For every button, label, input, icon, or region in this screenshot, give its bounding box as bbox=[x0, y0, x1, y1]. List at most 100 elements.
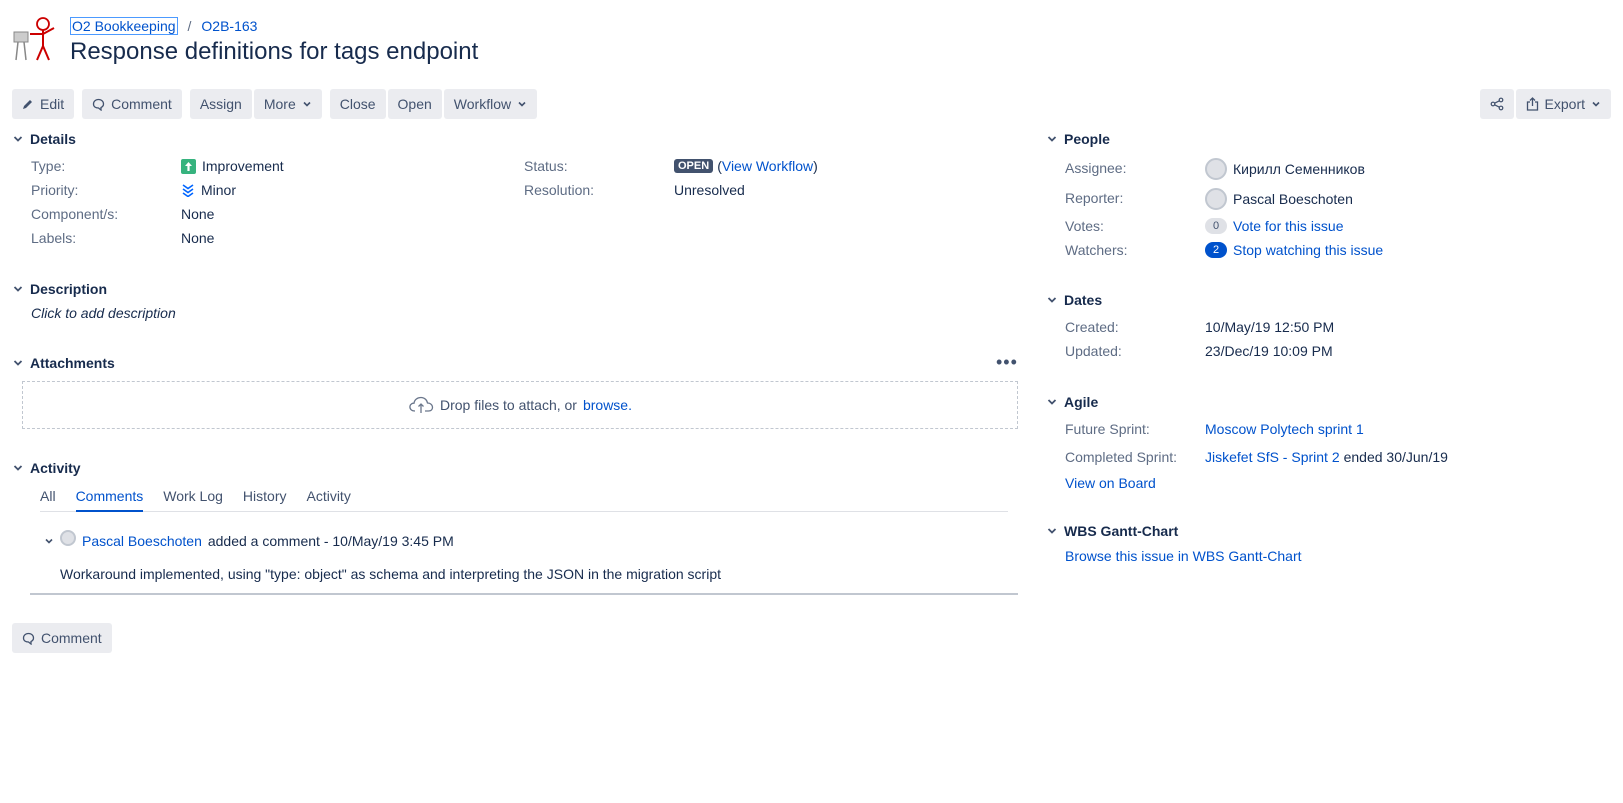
activity-section-toggle[interactable]: Activity bbox=[12, 460, 81, 476]
attachments-more-icon[interactable]: ••• bbox=[996, 353, 1018, 371]
close-issue-button-label: Close bbox=[339, 96, 376, 112]
priority-value-text: Minor bbox=[201, 182, 237, 198]
agile-section-toggle[interactable]: Agile bbox=[1046, 394, 1098, 410]
breadcrumb-issue-key-link[interactable]: O2B-163 bbox=[201, 18, 257, 34]
workflow-button[interactable]: Workflow bbox=[443, 89, 538, 119]
assign-button-label: Assign bbox=[199, 96, 242, 112]
status-lozenge: OPEN bbox=[674, 159, 714, 173]
comment-author-link[interactable]: Pascal Boeschoten bbox=[82, 533, 202, 549]
comment-button[interactable]: Comment bbox=[82, 89, 182, 119]
priority-value: Minor bbox=[181, 182, 236, 198]
edit-button-label: Edit bbox=[40, 96, 65, 112]
completed-sprint-link[interactable]: Jiskefet SfS - Sprint 2 bbox=[1205, 449, 1340, 465]
close-issue-button[interactable]: Close bbox=[329, 89, 386, 119]
activity-heading: Activity bbox=[30, 460, 81, 476]
assignee-label: Assignee: bbox=[1065, 160, 1127, 176]
dates-section-toggle[interactable]: Dates bbox=[1046, 292, 1102, 308]
comment-icon bbox=[22, 632, 35, 645]
export-button-label: Export bbox=[1544, 96, 1585, 112]
status-label: Status: bbox=[524, 158, 568, 174]
chevron-down-icon bbox=[518, 101, 526, 107]
completed-sprint-value: Jiskefet SfS - Sprint 2 ended 30/Jun/19 bbox=[1205, 449, 1448, 465]
pencil-icon bbox=[23, 100, 32, 109]
votes-count-badge: 0 bbox=[1205, 218, 1227, 234]
chevron-down-icon bbox=[13, 360, 23, 366]
breadcrumb-separator: / bbox=[187, 18, 192, 34]
comment-header: Pascal Boeschoten added a comment - 10/M… bbox=[44, 530, 454, 549]
project-avatar-icon bbox=[13, 17, 55, 61]
chevron-down-icon bbox=[13, 136, 23, 142]
attachments-section-toggle[interactable]: Attachments bbox=[12, 355, 115, 371]
watch-link[interactable]: Stop watching this issue bbox=[1233, 242, 1383, 258]
collapse-comment-icon[interactable] bbox=[44, 536, 54, 546]
tab-activity[interactable]: Activity bbox=[306, 488, 350, 512]
future-sprint-value: Moscow Polytech sprint 1 bbox=[1205, 421, 1364, 437]
open-issue-button[interactable]: Open bbox=[387, 89, 442, 119]
watchers-count-badge: 2 bbox=[1205, 242, 1227, 258]
attachments-heading: Attachments bbox=[30, 355, 115, 371]
gantt-section-toggle[interactable]: WBS Gantt-Chart bbox=[1046, 523, 1178, 539]
share-button[interactable] bbox=[1479, 89, 1514, 119]
future-sprint-label: Future Sprint: bbox=[1065, 421, 1150, 437]
tab-work-log[interactable]: Work Log bbox=[163, 488, 223, 512]
comment-meta: added a comment - 10/May/19 3:45 PM bbox=[207, 533, 454, 549]
breadcrumb-project-link[interactable]: O2 Bookkeeping bbox=[70, 17, 178, 35]
view-workflow-link[interactable]: View Workflow bbox=[722, 158, 813, 174]
edit-button[interactable]: Edit bbox=[12, 89, 75, 119]
description-section-toggle[interactable]: Description bbox=[12, 281, 107, 297]
avatar bbox=[1205, 158, 1227, 180]
chevron-down-icon bbox=[13, 286, 23, 292]
updated-value: 23/Dec/19 10:09 PM bbox=[1205, 343, 1333, 359]
component-value: None bbox=[181, 206, 215, 222]
assign-button[interactable]: Assign bbox=[189, 89, 252, 119]
more-button-label: More bbox=[263, 96, 296, 112]
share-icon bbox=[1490, 97, 1503, 111]
details-heading: Details bbox=[30, 131, 76, 147]
type-label: Type: bbox=[31, 158, 66, 174]
type-value-text: Improvement bbox=[202, 158, 284, 174]
assignee-name[interactable]: Кирилл Семенников bbox=[1233, 161, 1365, 177]
resolution-value: Unresolved bbox=[674, 182, 745, 198]
watchers-value: 2 Stop watching this issue bbox=[1205, 242, 1383, 258]
completed-sprint-suffix: ended 30/Jun/19 bbox=[1343, 449, 1448, 465]
created-value: 10/May/19 12:50 PM bbox=[1205, 319, 1335, 335]
description-placeholder[interactable]: Click to add description bbox=[31, 305, 176, 321]
avatar bbox=[60, 530, 76, 546]
priority-minor-icon bbox=[182, 184, 194, 197]
type-value: Improvement bbox=[181, 158, 284, 174]
reporter-label: Reporter: bbox=[1065, 190, 1124, 206]
completed-sprint-label: Completed Sprint: bbox=[1065, 449, 1178, 465]
more-button[interactable]: More bbox=[253, 89, 322, 119]
comment-button-label: Comment bbox=[111, 96, 172, 112]
description-heading: Description bbox=[30, 281, 108, 297]
add-comment-button[interactable]: Comment bbox=[12, 623, 112, 653]
people-heading: People bbox=[1064, 131, 1110, 147]
chevron-down-icon bbox=[1047, 528, 1057, 534]
future-sprint-link[interactable]: Moscow Polytech sprint 1 bbox=[1205, 421, 1364, 437]
status-value: OPEN (View Workflow) bbox=[674, 158, 818, 174]
browse-link[interactable]: browse. bbox=[583, 397, 632, 413]
created-label: Created: bbox=[1065, 319, 1119, 335]
dropzone-text: Drop files to attach, or bbox=[440, 397, 577, 413]
tab-all[interactable]: All bbox=[40, 488, 56, 512]
comment-body: Workaround implemented, using "type: obj… bbox=[60, 566, 722, 582]
cloud-upload-icon bbox=[409, 396, 434, 413]
chevron-down-icon bbox=[1592, 101, 1600, 107]
comment-divider bbox=[30, 593, 1018, 595]
tab-comments[interactable]: Comments bbox=[75, 488, 144, 512]
updated-label: Updated: bbox=[1065, 343, 1122, 359]
labels-value: None bbox=[181, 230, 215, 246]
gantt-browse-link[interactable]: Browse this issue in WBS Gantt-Chart bbox=[1065, 548, 1302, 564]
add-comment-button-label: Comment bbox=[41, 630, 102, 646]
tab-history[interactable]: History bbox=[243, 488, 287, 512]
reporter-name[interactable]: Pascal Boeschoten bbox=[1233, 191, 1353, 207]
vote-link[interactable]: Vote for this issue bbox=[1233, 218, 1344, 234]
improvement-icon bbox=[181, 158, 196, 174]
assignee-value: Кирилл Семенников bbox=[1205, 158, 1365, 180]
view-on-board-link[interactable]: View on Board bbox=[1065, 475, 1156, 491]
avatar bbox=[1205, 188, 1227, 210]
export-button[interactable]: Export bbox=[1515, 89, 1611, 119]
people-section-toggle[interactable]: People bbox=[1046, 131, 1110, 147]
details-section-toggle[interactable]: Details bbox=[12, 131, 76, 147]
attachment-dropzone[interactable]: Drop files to attach, or browse. bbox=[22, 381, 1018, 429]
